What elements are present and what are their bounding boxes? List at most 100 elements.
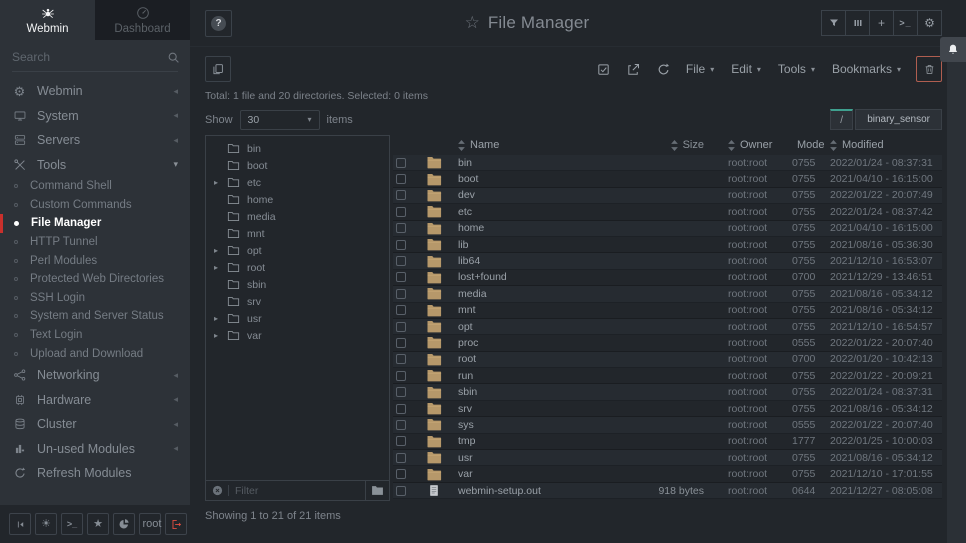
table-row-opt[interactable]: optroot:root07552021/12/10 - 16:54:57 bbox=[393, 319, 942, 335]
table-row-bin[interactable]: binroot:root07552022/01/24 - 08:37:31 bbox=[393, 155, 942, 171]
table-row-mnt[interactable]: mntroot:root07552021/08/16 - 05:34:12 bbox=[393, 303, 942, 319]
table-row-media[interactable]: mediaroot:root07552021/08/16 - 05:34:12 bbox=[393, 286, 942, 302]
table-row-tmp[interactable]: tmproot:root17772022/01/25 - 10:00:03 bbox=[393, 434, 942, 450]
columns-button[interactable] bbox=[845, 10, 870, 36]
table-row-lib[interactable]: libroot:root07552021/08/16 - 05:36:30 bbox=[393, 237, 942, 253]
row-checkbox[interactable] bbox=[396, 354, 406, 364]
row-checkbox[interactable] bbox=[396, 322, 406, 332]
clear-filter-icon[interactable] bbox=[212, 485, 223, 496]
help-button[interactable]: ? bbox=[205, 10, 232, 37]
sidebar-item-file-manager[interactable]: File Manager bbox=[0, 214, 190, 233]
row-checkbox[interactable] bbox=[396, 453, 406, 463]
row-checkbox[interactable] bbox=[396, 387, 406, 397]
shell-button[interactable]: >_ bbox=[61, 513, 83, 535]
notifications-toggle[interactable] bbox=[940, 37, 966, 62]
expander-icon[interactable]: ▸ bbox=[214, 246, 227, 255]
user-button[interactable]: root bbox=[139, 513, 161, 535]
sidebar-item-servers[interactable]: Servers◂ bbox=[0, 128, 190, 153]
row-checkbox[interactable] bbox=[396, 272, 406, 282]
expander-icon[interactable]: ▸ bbox=[214, 331, 227, 340]
tree-item-boot[interactable]: boot bbox=[206, 157, 389, 174]
tree-item-home[interactable]: home bbox=[206, 191, 389, 208]
table-row-var[interactable]: varroot:root07552021/12/10 - 17:01:55 bbox=[393, 466, 942, 482]
breadcrumb-current[interactable]: binary_sensor bbox=[855, 109, 942, 130]
column-header-modified[interactable]: Modified bbox=[824, 139, 942, 151]
column-header-mode[interactable]: Mode bbox=[778, 139, 824, 151]
table-row-webmin-setup-out[interactable]: webmin-setup.out918 bytesroot:root064420… bbox=[393, 483, 942, 499]
tree-item-bin[interactable]: bin bbox=[206, 140, 389, 157]
sidebar-item-un-used-modules[interactable]: Un-used Modules◂ bbox=[0, 436, 190, 461]
row-checkbox[interactable] bbox=[396, 436, 406, 446]
table-row-sbin[interactable]: sbinroot:root07552022/01/24 - 08:37:31 bbox=[393, 384, 942, 400]
select-all-button[interactable] bbox=[596, 62, 611, 77]
row-checkbox[interactable] bbox=[396, 256, 406, 266]
sidebar-item-system-and-server-status[interactable]: System and Server Status bbox=[0, 307, 190, 326]
row-checkbox[interactable] bbox=[396, 486, 406, 496]
search-input[interactable] bbox=[12, 50, 167, 64]
table-row-boot[interactable]: bootroot:root07552021/04/10 - 16:15:00 bbox=[393, 171, 942, 187]
column-header-owner[interactable]: Owner bbox=[716, 139, 778, 151]
settings-button[interactable]: ⚙ bbox=[917, 10, 942, 36]
table-row-lost-found[interactable]: lost+foundroot:root07002021/12/29 - 13:4… bbox=[393, 270, 942, 286]
sidebar-item-cluster[interactable]: Cluster◂ bbox=[0, 412, 190, 437]
trash-button[interactable] bbox=[916, 56, 942, 82]
tree-item-media[interactable]: media bbox=[206, 208, 389, 225]
row-checkbox[interactable] bbox=[396, 420, 406, 430]
table-row-usr[interactable]: usrroot:root07552021/08/16 - 05:34:12 bbox=[393, 450, 942, 466]
breadcrumb-root[interactable]: / bbox=[830, 109, 853, 130]
table-row-home[interactable]: homeroot:root07552021/04/10 - 16:15:00 bbox=[393, 221, 942, 237]
tree-item-srv[interactable]: srv bbox=[206, 293, 389, 310]
row-checkbox[interactable] bbox=[396, 404, 406, 414]
row-checkbox[interactable] bbox=[396, 190, 406, 200]
row-checkbox[interactable] bbox=[396, 207, 406, 217]
expander-icon[interactable]: ▸ bbox=[214, 178, 227, 187]
sidebar-item-upload-and-download[interactable]: Upload and Download bbox=[0, 344, 190, 363]
collapse-sidebar-button[interactable] bbox=[9, 513, 31, 535]
sidebar-item-webmin[interactable]: ⚙Webmin◂ bbox=[0, 79, 190, 104]
table-row-lib64[interactable]: lib64root:root07552021/12/10 - 16:53:07 bbox=[393, 253, 942, 269]
sidebar-item-refresh-modules[interactable]: Refresh Modules bbox=[0, 461, 190, 486]
tree-item-root[interactable]: ▸root bbox=[206, 259, 389, 276]
tree-item-opt[interactable]: ▸opt bbox=[206, 242, 389, 259]
sidebar-item-http-tunnel[interactable]: HTTP Tunnel bbox=[0, 233, 190, 252]
column-header-name[interactable]: Name bbox=[451, 139, 596, 151]
add-button[interactable]: + bbox=[869, 10, 894, 36]
terminal-button[interactable]: >_ bbox=[893, 10, 918, 36]
sidebar-item-custom-commands[interactable]: Custom Commands bbox=[0, 196, 190, 215]
column-header-size[interactable]: Size bbox=[596, 139, 716, 151]
sidebar-item-perl-modules[interactable]: Perl Modules bbox=[0, 251, 190, 270]
filter-results-button[interactable] bbox=[821, 10, 846, 36]
toolbar-menu-file[interactable]: File▾ bbox=[686, 62, 714, 76]
row-checkbox[interactable] bbox=[396, 223, 406, 233]
toolbar-menu-edit[interactable]: Edit▾ bbox=[731, 62, 761, 76]
logout-button[interactable] bbox=[165, 513, 187, 535]
favorite-star-icon[interactable]: ☆ bbox=[465, 13, 480, 33]
sidebar-item-protected-web-directories[interactable]: Protected Web Directories bbox=[0, 270, 190, 289]
favorites-button[interactable]: ★ bbox=[87, 513, 109, 535]
row-checkbox[interactable] bbox=[396, 158, 406, 168]
tree-item-mnt[interactable]: mnt bbox=[206, 225, 389, 242]
table-row-run[interactable]: runroot:root07552022/01/22 - 20:09:21 bbox=[393, 368, 942, 384]
copy-path-button[interactable] bbox=[205, 56, 231, 82]
row-checkbox[interactable] bbox=[396, 240, 406, 250]
theme-toggle-button[interactable]: ☀ bbox=[35, 513, 57, 535]
table-row-root[interactable]: rootroot:root07002022/01/20 - 10:42:13 bbox=[393, 352, 942, 368]
sidebar-item-command-shell[interactable]: Command Shell bbox=[0, 177, 190, 196]
toolbar-menu-bookmarks[interactable]: Bookmarks▾ bbox=[832, 62, 901, 76]
sidebar-item-hardware[interactable]: Hardware◂ bbox=[0, 387, 190, 412]
tree-item-sbin[interactable]: sbin bbox=[206, 276, 389, 293]
export-button[interactable] bbox=[626, 62, 641, 77]
expander-icon[interactable]: ▸ bbox=[214, 263, 227, 272]
row-checkbox[interactable] bbox=[396, 174, 406, 184]
tree-filter-input[interactable] bbox=[235, 485, 365, 497]
sidebar-item-tools[interactable]: Tools▾ bbox=[0, 153, 190, 178]
tree-folder-button[interactable] bbox=[365, 481, 389, 500]
tab-webmin[interactable]: Webmin bbox=[0, 0, 95, 40]
sidebar-item-ssh-login[interactable]: SSH Login bbox=[0, 289, 190, 308]
table-row-dev[interactable]: devroot:root07552022/01/22 - 20:07:49 bbox=[393, 188, 942, 204]
expander-icon[interactable]: ▸ bbox=[214, 314, 227, 323]
tree-item-var[interactable]: ▸var bbox=[206, 327, 389, 344]
sidebar-item-system[interactable]: System◂ bbox=[0, 104, 190, 129]
tab-dashboard[interactable]: Dashboard bbox=[95, 0, 190, 40]
row-checkbox[interactable] bbox=[396, 469, 406, 479]
